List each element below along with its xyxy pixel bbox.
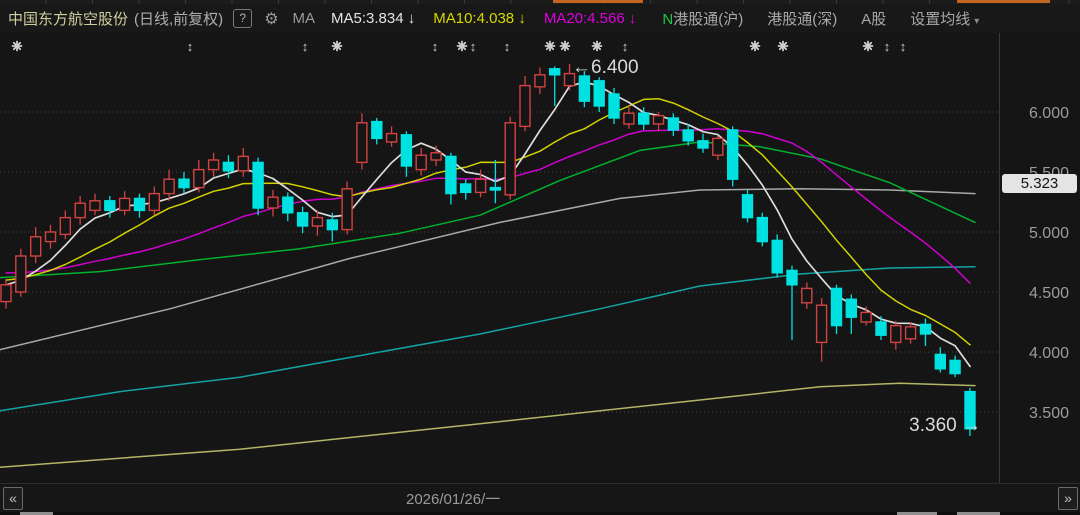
down-arrow-icon: ↓ (518, 10, 526, 27)
indicator-label[interactable]: MA (293, 10, 316, 27)
ma10-legend: MA10:4.038 ↓ (433, 10, 526, 27)
star-icon (779, 42, 788, 51)
period-adjustment-label: (日线,前复权) (134, 8, 223, 29)
ma5-legend: MA5:3.834 ↓ (331, 10, 415, 27)
new-badge: N (662, 11, 673, 28)
link-hk-connect-sz[interactable]: 港股通(深) (767, 8, 837, 29)
scroll-right-button[interactable]: » (1058, 487, 1078, 510)
stock-title: 中国东方航空股份 (8, 8, 128, 29)
star-icon (751, 42, 760, 51)
svg-text:6.000: 6.000 (1029, 105, 1069, 122)
updown-arrow-icon: ↕ (622, 39, 629, 54)
active-tab-indicator (553, 0, 643, 3)
star-icon (458, 42, 467, 51)
ma20-legend: MA20:4.566 ↓ (544, 10, 637, 27)
down-arrow-icon: ↓ (629, 10, 637, 27)
ma-overlays (0, 142, 975, 467)
scroll-left-button[interactable]: « (3, 487, 23, 510)
star-icon (864, 42, 873, 51)
svg-text:4.500: 4.500 (1029, 285, 1069, 302)
kline-chart[interactable]: 6.0005.5005.0004.5004.0003.500↕↕↕↕↕↕↕↕←6… (0, 33, 1080, 483)
updown-arrow-icon: ↕ (470, 39, 477, 54)
updown-arrow-icon: ↕ (884, 39, 891, 54)
updown-arrow-icon: ↕ (900, 39, 907, 54)
ma-settings-button[interactable]: 设置均线▾ (910, 8, 979, 29)
updown-arrow-icon: ↕ (504, 39, 511, 54)
price-annotation: ←6.400 (572, 57, 639, 78)
link-a-share[interactable]: A股 (861, 8, 886, 29)
down-arrow-icon: ↓ (408, 10, 416, 27)
link-hk-connect-sh[interactable]: N港股通(沪) (662, 8, 743, 29)
updown-arrow-icon: ↕ (187, 39, 194, 54)
time-axis-bar: « 2026/01/26/一 » (0, 483, 1080, 512)
svg-text:3.500: 3.500 (1029, 405, 1069, 422)
gear-icon[interactable]: ⚙ (264, 9, 278, 29)
help-icon[interactable]: ? (233, 9, 252, 28)
updown-arrow-icon: ↕ (432, 39, 439, 54)
chart-header: 中国东方航空股份 (日线,前复权) ? ⚙ MA MA5:3.834 ↓ MA1… (0, 4, 1080, 33)
svg-text:4.000: 4.000 (1029, 345, 1069, 362)
active-tab-indicator (957, 0, 1050, 3)
highlighted-price-tag: 5.323 (1002, 174, 1077, 193)
updown-arrow-icon: ↕ (302, 39, 309, 54)
star-icon (593, 42, 602, 51)
star-icon (561, 42, 570, 51)
chevron-down-icon: ▾ (974, 16, 979, 27)
date-label: 2026/01/26/一 (406, 488, 500, 509)
svg-text:5.000: 5.000 (1029, 225, 1069, 242)
star-icon (13, 42, 22, 51)
event-markers: ↕ ↕ ↕ ↕ ↕ ↕ ↕ ↕ (13, 39, 907, 54)
price-annotation: 3.360 → (909, 415, 981, 436)
chart-area: 6.0005.5005.0004.5004.0003.500↕↕↕↕↕↕↕↕←6… (0, 33, 1080, 483)
star-icon (333, 42, 342, 51)
stock-chart-window: 中国东方航空股份 (日线,前复权) ? ⚙ MA MA5:3.834 ↓ MA1… (0, 0, 1080, 515)
star-icon (546, 42, 555, 51)
